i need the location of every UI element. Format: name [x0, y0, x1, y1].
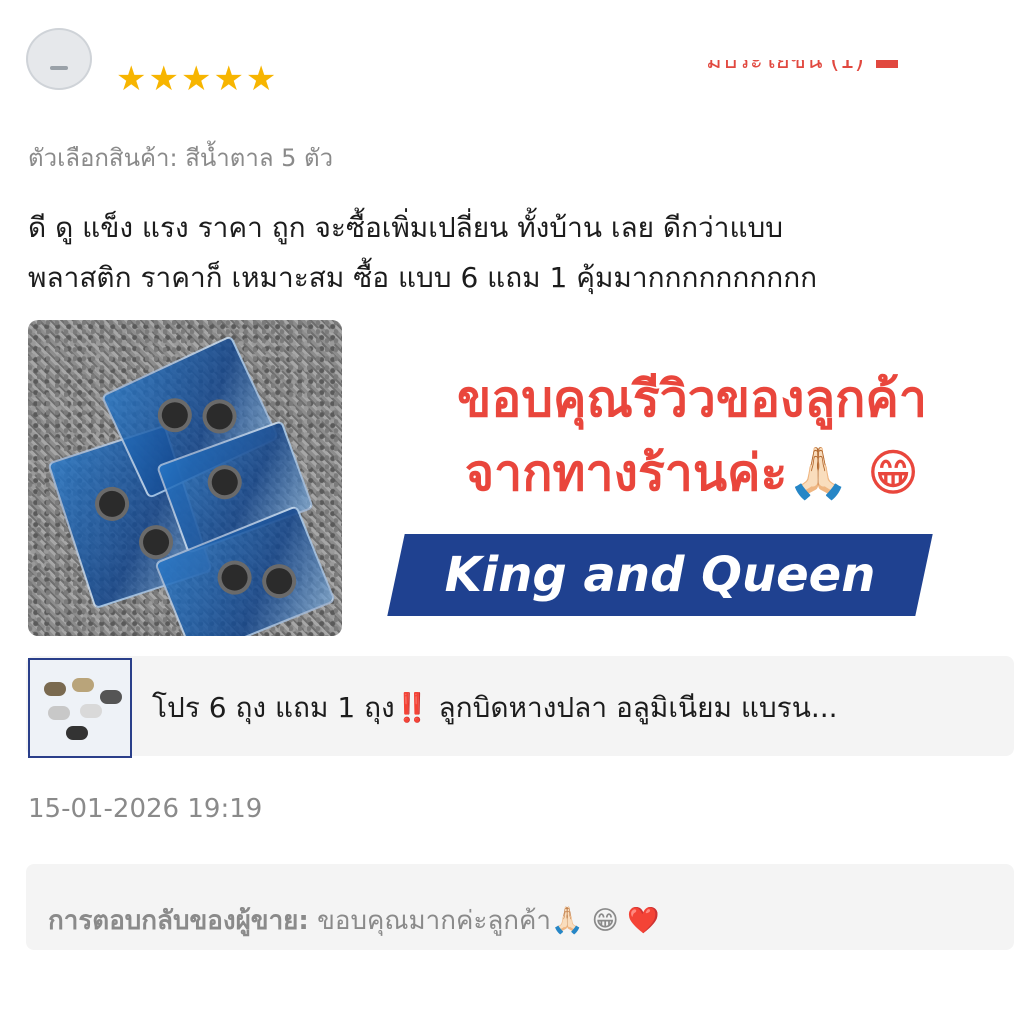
- brand-banner: King and Queen: [387, 534, 933, 616]
- double-exclamation-icon: ‼️: [394, 691, 430, 724]
- thank-you-line: ขอบคุณรีวิวของลูกค้า: [457, 370, 927, 428]
- helpful-button[interactable]: มีประโยชน์ (1): [706, 46, 899, 74]
- thank-you-line: จากทางร้านค่ะ🙏🏻 😁: [464, 444, 920, 502]
- review-photo[interactable]: [28, 320, 342, 636]
- helpful-label: มีประโยชน์ (1): [706, 46, 865, 74]
- review-text-line: ดี ดู แข็ง แรง ราคา ถูก จะซื้อเพิ่มเปลี่…: [28, 211, 784, 244]
- product-link-card[interactable]: โปร 6 ถุง แถม 1 ถุง‼️ ลูกบิดหางปลา อลูมิ…: [26, 656, 1014, 758]
- reviewer-avatar[interactable]: [26, 28, 92, 90]
- product-thumbnail: [28, 658, 132, 758]
- seller-reply-text: ขอบคุณมากค่ะลูกค้า🙏🏻 😁 ❤️: [308, 906, 660, 936]
- product-name: โปร 6 ถุง แถม 1 ถุง‼️ ลูกบิดหางปลา อลูมิ…: [152, 686, 838, 730]
- review-text-line: พลาสติก ราคาก็ เหมาะสม ซื้อ แบบ 6 แถม 1 …: [28, 261, 818, 294]
- thank-you-banner: ขอบคุณรีวิวของลูกค้า จากทางร้านค่ะ🙏🏻 😁: [372, 362, 1012, 510]
- review-text: ดี ดู แข็ง แรง ราคา ถูก จะซื้อเพิ่มเปลี่…: [28, 203, 1008, 303]
- review-date: 15-01-2026 19:19: [28, 794, 263, 824]
- rating-stars: ★★★★★: [116, 59, 279, 99]
- brand-name: King and Queen: [444, 547, 876, 603]
- product-variation: ตัวเลือกสินค้า: สีน้ำตาล 5 ตัว: [28, 144, 334, 172]
- seller-reply: การตอบกลับของผู้ขาย: ขอบคุณมากค่ะลูกค้า🙏…: [48, 900, 659, 941]
- product-name-prefix: โปร 6 ถุง แถม 1 ถุง: [152, 691, 395, 724]
- seller-reply-box: การตอบกลับของผู้ขาย: ขอบคุณมากค่ะลูกค้า🙏…: [26, 864, 1014, 950]
- thumbs-up-icon: [876, 60, 899, 68]
- product-name-suffix: ลูกบิดหางปลา อลูมิเนียม แบรน...: [429, 691, 838, 724]
- seller-reply-label: การตอบกลับของผู้ขาย:: [48, 906, 309, 936]
